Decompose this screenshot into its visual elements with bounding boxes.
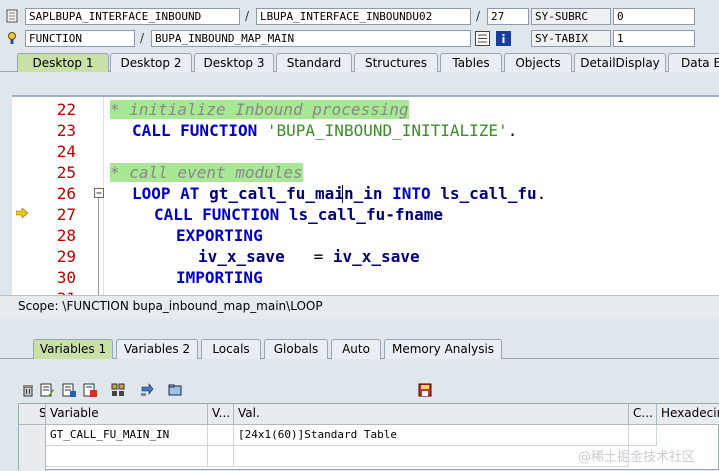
- tab-desktop-2[interactable]: Desktop 2: [110, 53, 192, 72]
- tab-variables-2[interactable]: Variables 2: [116, 339, 198, 359]
- include-field[interactable]: LBUPA_INTERFACE_INBOUNDU02: [256, 8, 471, 25]
- variables-toolbar: [18, 380, 458, 400]
- keyword: IMPORTING: [176, 268, 263, 287]
- comment: * initialize Inbound processing: [110, 100, 409, 119]
- identifier: ls_call_fu-fname: [288, 205, 443, 224]
- line-number: 22: [56, 100, 76, 119]
- tab-auto[interactable]: Auto: [331, 339, 381, 359]
- code-line-30: IMPORTING: [176, 267, 263, 288]
- watermark: @稀土掘金技术社区: [578, 450, 696, 465]
- tab-objects[interactable]: Objects: [504, 53, 572, 72]
- code-line-23: CALL FUNCTION 'BUPA_INBOUND_INITIALIZE'.: [132, 120, 517, 141]
- sy-tabix-value: 1: [613, 30, 695, 47]
- tab-variables-1[interactable]: Variables 1: [33, 339, 113, 359]
- top-tab-bar: Desktop 1 Desktop 2 Desktop 3 Standard S…: [0, 52, 719, 72]
- save-icon[interactable]: [418, 383, 432, 397]
- tab-tables[interactable]: Tables: [440, 53, 502, 72]
- tab-detaildisplay[interactable]: DetailDisplay: [574, 53, 666, 72]
- keyword: LOOP AT: [132, 184, 200, 203]
- bottom-tab-bar: Variables 1 Variables 2 Locals Globals A…: [0, 337, 719, 359]
- text-cursor: [342, 185, 343, 203]
- tab-data-explorer[interactable]: Data E: [668, 53, 719, 72]
- line-number: 26: [56, 184, 76, 203]
- code-line-27: CALL FUNCTION ls_call_fu-fname: [154, 204, 443, 225]
- keyword: CALL FUNCTION: [154, 205, 280, 224]
- info-icon[interactable]: [496, 31, 511, 46]
- program-icon: [5, 9, 19, 23]
- event-field[interactable]: BUPA_INBOUND_MAP_MAIN: [151, 30, 471, 47]
- folder-icon[interactable]: [168, 383, 182, 397]
- identifier: iv_x_save: [198, 247, 285, 266]
- tab-standard[interactable]: Standard: [276, 53, 352, 72]
- variable-name-cell[interactable]: GT_CALL_FU_MAIN_IN: [46, 425, 208, 446]
- program-field[interactable]: SAPLBUPA_INTERFACE_INBOUND: [25, 8, 240, 25]
- event-type-field[interactable]: FUNCTION: [25, 30, 135, 47]
- column-header-c[interactable]: C...: [629, 404, 657, 425]
- structure-icon[interactable]: [111, 383, 125, 397]
- separator: /: [476, 9, 481, 23]
- value-cell[interactable]: [234, 446, 629, 467]
- separator: /: [245, 9, 250, 23]
- identifier: gt_call_fu_main_in: [209, 184, 383, 203]
- transfer-icon[interactable]: [140, 383, 154, 397]
- delete-icon[interactable]: [21, 383, 35, 397]
- tab-globals[interactable]: Globals: [264, 339, 328, 359]
- operator: =: [313, 247, 324, 266]
- line-number: 30: [56, 268, 76, 287]
- tab-desktop-3[interactable]: Desktop 3: [194, 53, 274, 72]
- line-number: 23: [56, 121, 76, 140]
- period: .: [507, 121, 518, 140]
- function-icon: [5, 31, 19, 45]
- value-cell[interactable]: [24x1(60)]Standard Table: [234, 425, 629, 446]
- sy-subrc-value: 0: [613, 8, 695, 25]
- string-literal: 'BUPA_INBOUND_INITIALIZE': [266, 121, 508, 140]
- line-number: 31: [24, 288, 76, 295]
- separator: /: [140, 31, 145, 45]
- comment: * call event modules: [110, 163, 303, 182]
- column-header-value[interactable]: Val.: [234, 404, 629, 425]
- variable-name-cell[interactable]: [46, 446, 208, 467]
- column-header-hexadecimal[interactable]: Hexadecim: [657, 404, 719, 425]
- collapse-toggle-icon[interactable]: [94, 187, 104, 198]
- line-number: 24: [56, 142, 76, 161]
- identifier: iv_x_save: [332, 247, 420, 266]
- tab-desktop-1[interactable]: Desktop 1: [17, 53, 109, 72]
- keyword: EXPORTING: [176, 226, 263, 245]
- period: .: [536, 184, 547, 203]
- column-header-v[interactable]: V...: [208, 404, 234, 425]
- fold-line: [98, 198, 99, 295]
- sy-tabix-label: SY-TABIX: [531, 30, 611, 47]
- column-header-variable[interactable]: Variable: [46, 404, 208, 425]
- line-number: 25: [56, 163, 76, 182]
- identifier: ls_call_fu: [440, 184, 537, 203]
- code-line-28: EXPORTING: [176, 225, 263, 246]
- tab-structures[interactable]: Structures: [354, 53, 438, 72]
- edit-icon[interactable]: [40, 383, 54, 397]
- grid-icon[interactable]: [475, 31, 490, 46]
- sy-subrc-label: SY-SUBRC: [531, 8, 611, 25]
- save-variables-icon[interactable]: [62, 383, 76, 397]
- tab-memory-analysis[interactable]: Memory Analysis: [384, 339, 502, 359]
- scope-label: Scope: \FUNCTION bupa_inbound_map_main\L…: [18, 299, 323, 313]
- line-number: 28: [56, 226, 76, 245]
- load-variables-icon[interactable]: [83, 383, 97, 397]
- c-cell: [629, 425, 657, 446]
- column-header-status[interactable]: S...: [19, 404, 46, 425]
- keyword: CALL FUNCTION: [132, 121, 258, 140]
- code-line-25: * call event modules: [110, 162, 303, 183]
- tab-locals[interactable]: Locals: [201, 339, 261, 359]
- code-line-22: * initialize Inbound processing: [110, 99, 409, 120]
- line-number: 29: [56, 247, 76, 266]
- v-cell: [208, 425, 234, 446]
- row-selector-column: [19, 425, 46, 471]
- code-editor[interactable]: 22 23 24 25 26 27 28 29 30 31 * initiali…: [12, 95, 719, 295]
- v-cell: [208, 446, 234, 467]
- code-line-26: LOOP AT gt_call_fu_main_in INTO ls_call_…: [132, 183, 546, 204]
- code-line-29: iv_x_save = iv_x_save: [198, 246, 420, 267]
- keyword: INTO: [392, 184, 431, 203]
- line-field[interactable]: 27: [487, 8, 529, 25]
- line-number: 27: [56, 205, 76, 224]
- table-row[interactable]: GT_CALL_FU_MAIN_IN [24x1(60)]Standard Ta…: [46, 425, 719, 446]
